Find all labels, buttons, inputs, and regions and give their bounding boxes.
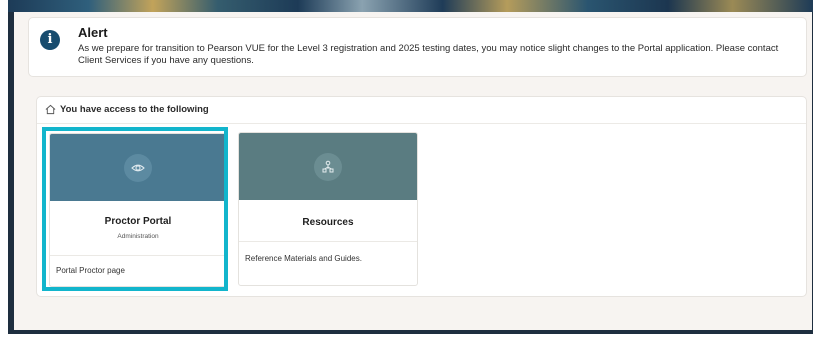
access-header: You have access to the following xyxy=(37,97,806,124)
card-subtitle: Administration xyxy=(117,233,159,240)
card-icon-circle xyxy=(314,152,342,181)
card-hero xyxy=(239,133,417,200)
card-hero xyxy=(50,134,226,201)
header-banner xyxy=(8,0,813,12)
card-icon-circle xyxy=(124,153,152,182)
info-icon: i xyxy=(40,30,60,50)
resources-card[interactable]: Resources Reference Materials and Guides… xyxy=(238,132,418,286)
proctor-portal-card[interactable]: Proctor Portal Administration Portal Pro… xyxy=(49,133,227,287)
card-description: Reference Materials and Guides. xyxy=(245,254,362,263)
card-divider xyxy=(50,255,226,256)
eye-icon xyxy=(131,164,145,171)
card-description: Portal Proctor page xyxy=(56,266,125,275)
resources-icon xyxy=(322,160,334,172)
home-icon xyxy=(45,104,56,115)
alert-title: Alert xyxy=(78,25,108,40)
alert-box: i Alert As we prepare for transition to … xyxy=(28,17,807,77)
card-title: Proctor Portal xyxy=(104,216,172,227)
alert-message: As we prepare for transition to Pearson … xyxy=(78,43,779,66)
card-divider xyxy=(239,241,417,242)
card-title: Resources xyxy=(302,217,354,228)
access-title: You have access to the following xyxy=(60,104,209,115)
